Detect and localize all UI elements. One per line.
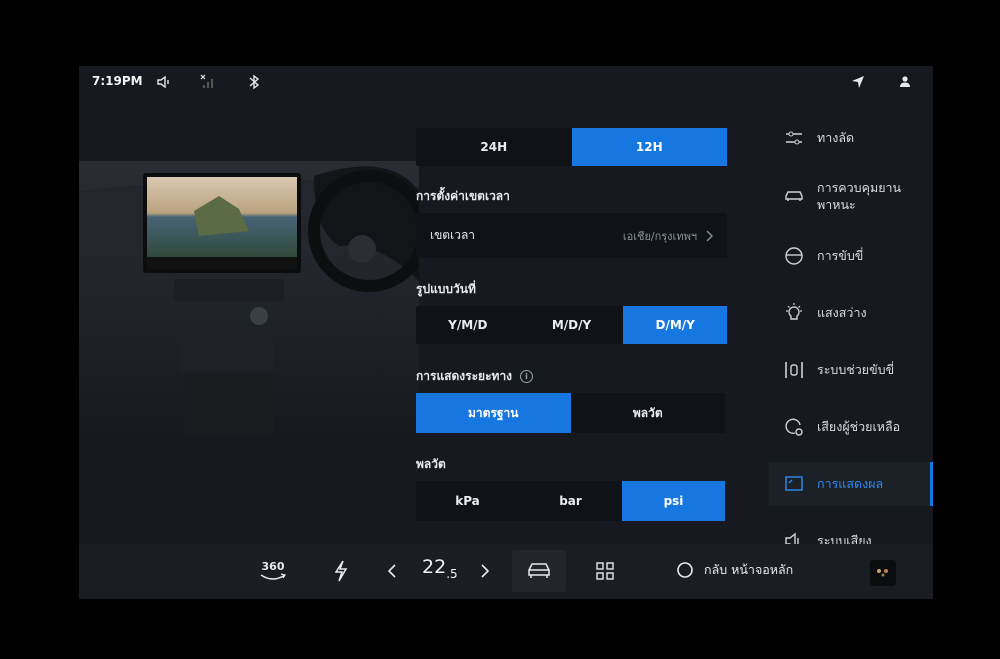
timezone-row[interactable]: เขตเวลา เอเชีย/กรุงเทพฯ bbox=[416, 213, 727, 258]
menu-item-label: แสงสว่าง bbox=[817, 305, 867, 320]
clock: 7:19PM bbox=[92, 74, 143, 88]
menu-item-display[interactable]: การแสดงผล bbox=[769, 462, 933, 506]
temperature-display: 22.5 bbox=[422, 556, 458, 581]
chevron-right-icon bbox=[706, 230, 713, 241]
date-format-ymd-option[interactable]: Y/M/D bbox=[416, 306, 520, 344]
time-format-selector: 24H 12H bbox=[416, 128, 727, 166]
car-icon bbox=[785, 191, 803, 201]
apps-grid-icon[interactable] bbox=[595, 558, 615, 584]
infotainment-screen: 7:19PM 24H 12H การตั้งค่าเขตเวลา เขตเวลา… bbox=[79, 66, 933, 599]
distance-display-title-text: การแสดงระยะทาง bbox=[416, 369, 513, 383]
distance-display-selector: มาตรฐาน พลวัต bbox=[416, 393, 725, 433]
pressure-unit-selector: kPa bar psi bbox=[416, 481, 725, 521]
media-thumbnail[interactable] bbox=[870, 560, 896, 586]
media-artwork-icon bbox=[877, 569, 888, 577]
bottom-dock: 360 22.5 กลับ หน้าจอหลัก bbox=[79, 544, 933, 599]
menu-item-driving[interactable]: การขับขี่ bbox=[769, 234, 933, 278]
signal-icon bbox=[200, 74, 213, 88]
camera-360-label: 360 bbox=[261, 559, 285, 573]
timezone-label: เขตเวลา bbox=[430, 228, 476, 242]
sliders-icon bbox=[786, 131, 802, 145]
active-indicator bbox=[930, 462, 933, 506]
distance-display-title: การแสดงระยะทาง i bbox=[416, 367, 534, 386]
date-format-mdy-option[interactable]: M/D/Y bbox=[520, 306, 624, 344]
pressure-unit-title: พลวัต bbox=[416, 457, 446, 471]
voice-assistant-icon bbox=[785, 418, 803, 436]
date-format-selector: Y/M/D M/D/Y D/M/Y bbox=[416, 306, 728, 344]
camera-360-button[interactable]: 360 bbox=[257, 557, 289, 583]
car-front-icon bbox=[528, 563, 550, 578]
timezone-value: เอเชีย/กรุงเทพฯ bbox=[622, 229, 697, 243]
settings-side-menu: ทางลัด การควบคุมยานพาหนะ การขับขี่ แสงสว… bbox=[769, 110, 933, 566]
volume-icon[interactable] bbox=[155, 73, 173, 91]
distance-dynamic-option[interactable]: พลวัต bbox=[571, 393, 726, 433]
menu-item-voice-assistant[interactable]: เสียงผู้ช่วยเหลือ bbox=[769, 405, 933, 449]
menu-item-shortcuts[interactable]: ทางลัด bbox=[769, 116, 933, 160]
menu-item-label: การขับขี่ bbox=[817, 248, 864, 263]
menu-item-vehicle-control[interactable]: การควบคุมยานพาหนะ bbox=[769, 170, 933, 222]
back-to-home-label: กลับ หน้าจอหลัก bbox=[704, 562, 794, 577]
distance-standard-option[interactable]: มาตรฐาน bbox=[416, 393, 571, 433]
vehicle-home-button[interactable] bbox=[512, 550, 566, 592]
status-bar: 7:19PM bbox=[79, 66, 933, 100]
pressure-psi-option[interactable]: psi bbox=[622, 481, 725, 521]
temp-increase-icon[interactable] bbox=[477, 558, 493, 584]
menu-item-label: การควบคุมยานพาหนะ bbox=[817, 180, 902, 212]
circle-icon bbox=[677, 562, 693, 578]
navigation-icon[interactable] bbox=[849, 73, 867, 91]
user-profile-icon[interactable] bbox=[896, 73, 914, 91]
charging-icon[interactable] bbox=[331, 558, 351, 584]
timezone-section-title: การตั้งค่าเขตเวลา bbox=[416, 189, 510, 203]
back-to-home-button[interactable]: กลับ หน้าจอหลัก bbox=[676, 560, 793, 580]
menu-item-lighting[interactable]: แสงสว่าง bbox=[769, 291, 933, 335]
rotate-arrow-icon bbox=[260, 572, 286, 580]
menu-item-label: เสียงผู้ช่วยเหลือ bbox=[817, 419, 901, 434]
temperature-decimal: .5 bbox=[446, 566, 458, 581]
date-format-dmy-option[interactable]: D/M/Y bbox=[623, 306, 728, 344]
display-icon bbox=[785, 476, 803, 491]
time-format-12h-option[interactable]: 12H bbox=[571, 128, 727, 166]
menu-item-driver-assist[interactable]: ระบบช่วยขับขี่ bbox=[769, 348, 933, 392]
menu-item-label: การแสดงผล bbox=[817, 476, 884, 491]
car-interior-illustration bbox=[79, 161, 419, 451]
menu-item-label: ทางลัด bbox=[817, 130, 855, 145]
temperature-value: 22 bbox=[422, 556, 447, 578]
pressure-bar-option[interactable]: bar bbox=[519, 481, 622, 521]
driver-assist-icon bbox=[785, 362, 803, 378]
bluetooth-icon[interactable] bbox=[245, 73, 263, 91]
lightbulb-icon bbox=[786, 303, 802, 320]
date-format-title: รูปแบบวันที่ bbox=[416, 282, 476, 296]
temp-decrease-icon[interactable] bbox=[384, 558, 400, 584]
menu-item-label: ระบบช่วยขับขี่ bbox=[817, 362, 895, 377]
pressure-kpa-option[interactable]: kPa bbox=[416, 481, 519, 521]
steering-wheel-icon bbox=[785, 247, 803, 265]
time-format-24h-option[interactable]: 24H bbox=[416, 128, 572, 166]
info-icon[interactable]: i bbox=[520, 370, 534, 383]
